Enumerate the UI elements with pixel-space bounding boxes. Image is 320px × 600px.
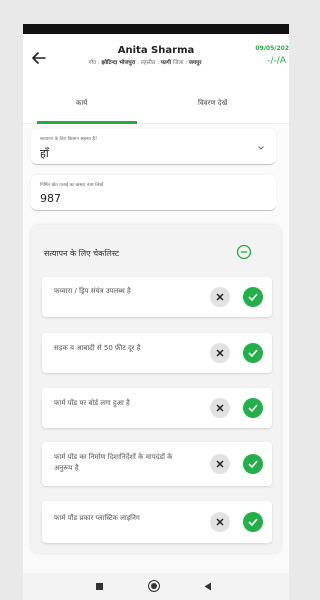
village-value: झोटिन्दा भोजपुरा [101,60,136,66]
tehsil-value: फागी [160,60,172,66]
village-label: गाँव : [88,60,100,66]
app-screen: Anita Sharma गाँव : झोटिन्दा भोजपुरा , त… [23,24,289,600]
accept-button[interactable] [243,343,263,363]
check-icon [248,518,258,526]
khasra-number-input[interactable]: निर्मित खेत तलाई का खसरा नंबर लिखें 987 [31,175,276,211]
checklist-item-text: फव्वारा / ड्रिप संयंत्र उपलब्ध है [54,287,131,295]
minus-circle-icon[interactable] [236,244,252,260]
field-value: हाँ [40,147,49,160]
field-value: 987 [40,192,61,205]
location-line: गाँव : झोटिन्दा भोजपुरा , तहसील : फागी ज… [55,58,235,66]
district-value: जयपुर [188,60,202,66]
checklist-item-text: फार्म पोंड पर बोर्ड लगा हुआ है [54,399,130,407]
field-label: निर्मित खेत तलाई का खसरा नंबर लिखें [40,183,104,188]
close-icon [216,349,224,357]
checklist-item: फार्म पोंड का निर्माण दिशानिर्देशों के म… [42,442,272,486]
app-header: Anita Sharma गाँव : झोटिन्दा भोजपुरा , त… [23,34,289,86]
accept-button[interactable] [243,398,263,418]
reject-button[interactable] [210,287,230,307]
close-icon [216,404,224,412]
check-icon [248,404,258,412]
reject-button[interactable] [210,454,230,474]
chevron-down-icon [258,146,264,150]
accept-button[interactable] [243,454,263,474]
check-icon [248,460,258,468]
checklist-title: सत्यापन के लिए चेकलिस्ट [44,249,119,258]
check-icon [248,293,258,301]
checklist-item: फार्म पोंड पर बोर्ड लगा हुआ है [42,388,272,428]
checklist-item-text: फार्म पोंड का निर्माण दिशानिर्देशों के म… [54,453,173,472]
checklist-item: सड़क व आबादी से 50 फ़ीट दूर है [42,333,272,373]
square-icon[interactable] [96,583,103,590]
reject-button[interactable] [210,343,230,363]
active-tab-indicator [37,121,137,124]
field-label: सत्यापन के लिए किसान सहमत है? [40,137,98,142]
tab-bar: कार्य विवरण देखें [23,86,289,124]
accept-button[interactable] [243,287,263,307]
accept-button[interactable] [243,512,263,532]
close-icon [216,293,224,301]
tehsil-label: , तहसील : [137,60,160,66]
district-label: जिला : [172,60,188,66]
checklist-item-text: फार्म पौंड प्रकार प्लास्टिक लाइनिंग [54,514,140,522]
close-icon [216,518,224,526]
circle-icon[interactable] [148,580,160,592]
reject-button[interactable] [210,398,230,418]
status-bar [23,24,289,34]
header-code: -/-/A [267,56,286,66]
check-icon [248,349,258,357]
reject-button[interactable] [210,512,230,532]
checklist-card: सत्यापन के लिए चेकलिस्ट फव्वारा / ड्रिप … [31,225,281,553]
farmer-name: Anita Sharma [117,45,195,56]
farmer-consent-dropdown[interactable]: सत्यापन के लिए किसान सहमत है? हाँ [31,129,276,165]
header-date: 09/05/202 [255,45,289,52]
checklist-item: फार्म पौंड प्रकार प्लास्टिक लाइनिंग [42,501,272,543]
checklist-item-text: सड़क व आबादी से 50 फ़ीट दूर है [54,344,141,352]
tab-task[interactable]: कार्य [76,99,87,108]
checklist-item: फव्वारा / ड्रिप संयंत्र उपलब्ध है [42,277,272,317]
system-nav-bar [23,573,289,600]
triangle-left-icon[interactable] [204,582,212,591]
tab-view-details[interactable]: विवरण देखें [198,99,227,108]
close-icon [216,460,224,468]
